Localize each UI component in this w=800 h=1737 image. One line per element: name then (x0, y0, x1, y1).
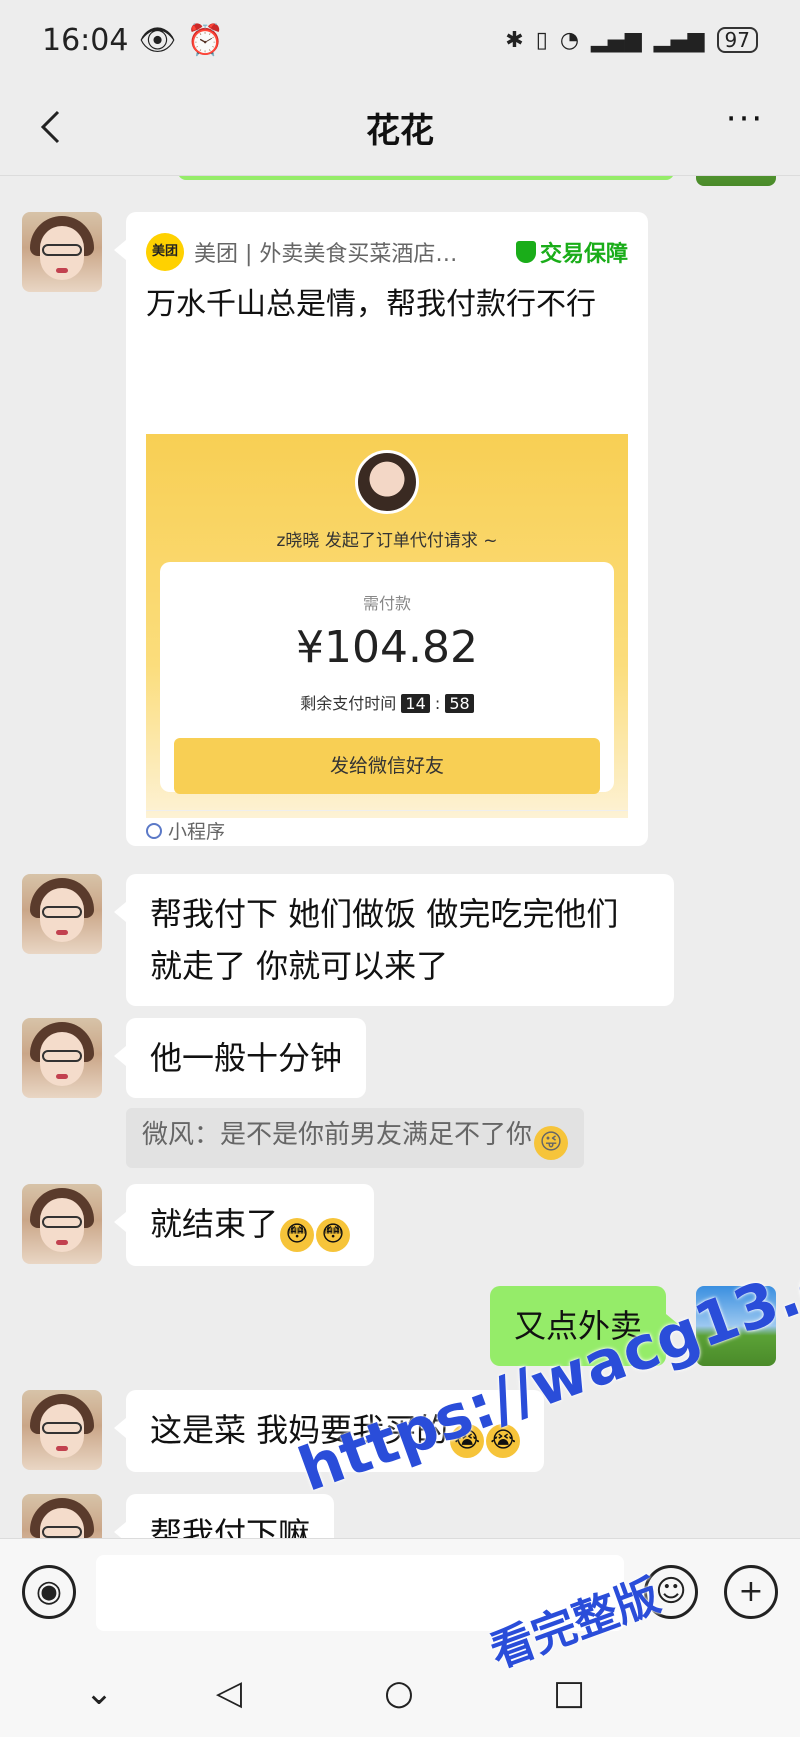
timer-label: 剩余支付时间 (300, 694, 397, 713)
guarantee-label: 交易保障 (539, 242, 628, 267)
payment-box: 需付款 ¥104.82 剩余支付时间 14 : 58 发给微信好友 (160, 562, 614, 794)
pay-timer: 剩余支付时间 14 : 58 (160, 690, 614, 714)
send-to-friend-button[interactable]: 发给微信好友 (174, 738, 600, 794)
quoted-message[interactable]: 微风：是不是你前男友满足不了你 😜 (126, 1108, 585, 1168)
signal-5g-icon: ▂▄▆ (591, 27, 642, 53)
guarantee-badge: 交易保障 (515, 236, 628, 268)
chat-title: 花花 (366, 111, 434, 151)
timer-minutes: 14 (401, 694, 430, 713)
avatar[interactable] (22, 212, 102, 292)
mini-program-label: 小程序 (168, 821, 226, 843)
battery-icon: 97 (716, 27, 758, 53)
chat-header: 花花 ··· (0, 80, 800, 176)
partial-bubble (178, 176, 674, 180)
flushed-emoji-icon: 😳 (316, 1218, 351, 1252)
avatar[interactable] (22, 1018, 102, 1098)
payment-panel: z晓晓 发起了订单代付请求 ~ 需付款 ¥104.82 剩余支付时间 14 : … (146, 434, 628, 818)
mini-program-card[interactable]: 美团 美团 | 外卖美食买菜酒店… 交易保障 万水千山总是情，帮我付款行不行 z… (114, 212, 648, 846)
signal-4g-icon: ▂▄▆ (653, 27, 705, 53)
shield-icon (515, 241, 536, 263)
avatar-self[interactable] (696, 176, 776, 186)
mini-program-icon (146, 822, 162, 839)
card-footer: 小程序 (146, 810, 628, 844)
bluetooth-icon: ✱ (505, 27, 524, 53)
pay-amount: ¥104.82 (296, 622, 478, 673)
quote-text: 微风：是不是你前男友满足不了你 (142, 1120, 533, 1150)
wifi-icon: ◔ (559, 27, 580, 53)
message-bubble[interactable]: 帮我付下 她们做饭 做完吃完他们就走了 你就可以来了 (114, 874, 674, 1006)
input-bar: ◉ ☺ + (0, 1538, 800, 1648)
status-bar: 16:04 👁 ⏰ ✱ ▯ ◔ ▂▄▆ ▂▄▆ 97 (0, 0, 800, 80)
flushed-emoji-icon: 😳 (280, 1218, 315, 1252)
more-icon[interactable]: ··· (720, 102, 770, 150)
message-text: 就结束了 (150, 1205, 279, 1243)
plus-icon[interactable]: + (724, 1565, 778, 1619)
system-nav-bar: ⌄ ◁ ○ □ (0, 1648, 800, 1737)
message-bubble[interactable]: 帮我付下嘛 (113, 1494, 335, 1538)
nav-home-icon[interactable]: ○ (374, 1668, 424, 1718)
message-bubble[interactable]: 他一般十分钟 (113, 1018, 367, 1098)
chevron-down-icon[interactable]: ⌄ (74, 1668, 124, 1718)
avatar[interactable] (22, 1184, 102, 1264)
eye-icon: 👁 (138, 22, 177, 58)
requester-avatar (355, 450, 419, 514)
request-text: z晓晓 发起了订单代付请求 ~ (276, 531, 498, 551)
meituan-logo-icon: 美团 (146, 233, 184, 271)
avatar[interactable] (22, 874, 102, 954)
vibrate-icon: ▯ (535, 27, 548, 53)
wink-emoji-icon: 😜 (534, 1126, 569, 1160)
need-pay-label: 需付款 (362, 594, 411, 613)
alarm-icon: ⏰ (186, 22, 224, 58)
voice-icon[interactable]: ◉ (22, 1565, 76, 1619)
nav-back-icon[interactable]: ◁ (204, 1668, 254, 1718)
card-title: 万水千山总是情，帮我付款行不行 (146, 287, 596, 322)
avatar[interactable] (22, 1390, 102, 1470)
avatar[interactable] (22, 1494, 102, 1538)
message-bubble[interactable]: 就结束了 😳 😳 (113, 1184, 375, 1266)
timer-seconds: 58 (445, 694, 474, 713)
status-time: 16:04 (42, 22, 129, 58)
nav-recents-icon[interactable]: □ (544, 1668, 594, 1718)
card-source: 美团 | 外卖美食买菜酒店… (194, 242, 458, 267)
back-icon[interactable] (28, 102, 78, 152)
